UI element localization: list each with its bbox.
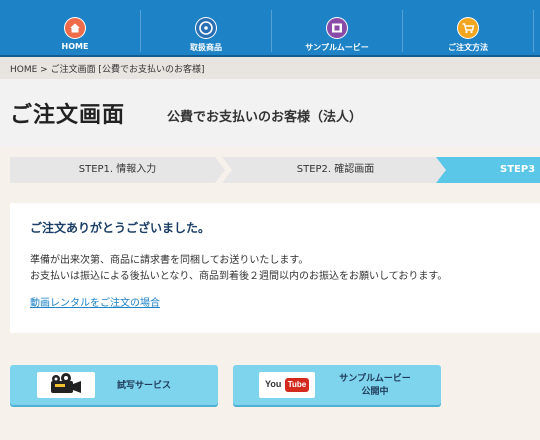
cart-icon [457, 17, 479, 39]
sample-movie-label-line2: 公開中 [361, 387, 389, 397]
youtube-logo-you: You [265, 379, 282, 389]
page-subtitle: 公費でお支払いのお客様（法人） [167, 110, 363, 125]
youtube-logo-tube: Tube [285, 378, 309, 392]
step-3-active: STEP3 [436, 157, 540, 183]
message-line-1: 準備が出来次第、商品に請求書を同梱してお送りいたします。 [30, 255, 309, 266]
trial-service-banner[interactable]: 試写サービス [10, 365, 218, 405]
disc-icon [195, 17, 217, 39]
nav-item-products[interactable]: 取扱商品 [141, 0, 271, 57]
sample-movie-label: サンプルムービー 公開中 [325, 373, 425, 399]
sample-movie-label-line1: サンプルムービー [339, 374, 411, 384]
step-indicator: STEP1. 情報入力 STEP2. 確認画面 STEP3 [10, 157, 540, 183]
film-camera-icon [37, 372, 95, 398]
confirmation-panel: ご注文ありがとうございました。 準備が出来次第、商品に請求書を同梱してお送りいた… [10, 203, 540, 333]
thanks-heading: ご注文ありがとうございました。 [30, 221, 211, 235]
home-icon [64, 17, 86, 39]
video-rental-link[interactable]: 動画レンタルをご注文の場合 [30, 294, 160, 309]
breadcrumb-text[interactable]: HOME > ご注文画面 [公費でお支払いのお客様] [10, 62, 204, 75]
nav-label-home: HOME [61, 42, 89, 51]
nav-label-sample-movie: サンプルムービー [305, 43, 369, 52]
step-1: STEP1. 情報入力 [10, 157, 225, 183]
nav-item-home[interactable]: HOME [10, 0, 140, 57]
nav-label-order-method: ご注文方法 [448, 43, 488, 52]
film-icon [326, 17, 348, 39]
youtube-logo: You Tube [259, 372, 315, 398]
nav-divider [533, 10, 534, 52]
page-title: ご注文画面 [10, 103, 126, 128]
nav-item-order-method[interactable]: ご注文方法 [403, 0, 533, 57]
top-nav: HOME 取扱商品 サンプルムービー ご注文方法 [0, 0, 540, 57]
nav-label-products: 取扱商品 [190, 43, 222, 52]
title-band: ご注文画面 公費でお支払いのお客様（法人） [0, 79, 540, 147]
step-2: STEP2. 確認画面 [222, 157, 449, 183]
sample-movie-banner[interactable]: You Tube サンプルムービー 公開中 [233, 365, 441, 405]
message-line-2: お支払いは振込による後払いとなり、商品到着後２週間以内のお振込をお願いしておりま… [30, 271, 448, 282]
nav-item-sample-movie[interactable]: サンプルムービー [272, 0, 402, 57]
trial-service-label: 試写サービス [116, 381, 171, 391]
breadcrumb: HOME > ご注文画面 [公費でお支払いのお客様] [0, 57, 540, 79]
